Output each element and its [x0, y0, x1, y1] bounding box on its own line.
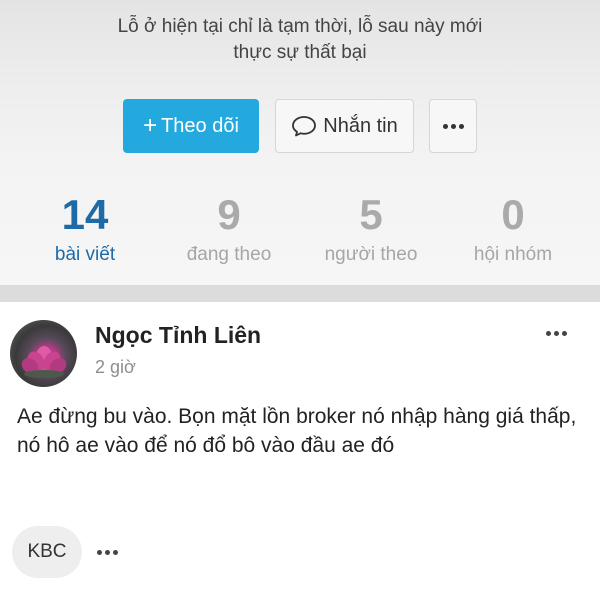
more-icon — [442, 123, 464, 129]
stat-following[interactable]: 9 đang theo — [154, 190, 304, 266]
bio-line-2: thực sự thất bại — [233, 42, 367, 63]
stat-value: 5 — [359, 191, 383, 238]
stat-label: bài viết — [54, 244, 116, 265]
stat-value: 9 — [217, 191, 241, 238]
post-time: 2 giờ — [95, 357, 136, 377]
bio-line-1: Lỗ ở hiện tại chỉ là tạm thời, lỗ sau nà… — [117, 16, 483, 37]
plus-icon: + — [143, 112, 158, 139]
stat-value: 14 — [61, 191, 109, 238]
chat-bubble-icon — [292, 116, 317, 137]
post-card: Ngọc Tỉnh Liên 2 giờ Ae đừng bu vào. Bọn… — [0, 302, 600, 600]
stat-label: người theo — [324, 244, 418, 265]
post-author[interactable]: Ngọc Tỉnh Liên — [95, 322, 261, 349]
avatar[interactable] — [10, 320, 77, 387]
stat-groups[interactable]: 0 hội nhóm — [438, 190, 588, 266]
message-button[interactable]: Nhắn tin — [275, 99, 414, 153]
reaction-more-icon[interactable] — [97, 550, 118, 555]
stat-label: hội nhóm — [473, 244, 553, 265]
follow-label: Theo dõi — [161, 114, 239, 137]
profile-stats: 14 bài viết 9 đang theo 5 người theo 0 h… — [0, 190, 600, 270]
stat-value: 0 — [501, 191, 525, 238]
profile-bio: Lỗ ở hiện tại chỉ là tạm thời, lỗ sau nà… — [0, 14, 600, 66]
profile-header: Lỗ ở hiện tại chỉ là tạm thời, lỗ sau nà… — [0, 0, 600, 285]
section-divider — [0, 285, 600, 302]
post-more-icon[interactable] — [546, 331, 567, 336]
stat-followers[interactable]: 5 người theo — [296, 190, 446, 266]
more-options-button[interactable] — [429, 99, 477, 153]
stat-label: đang theo — [186, 244, 272, 265]
message-label: Nhắn tin — [323, 114, 398, 137]
follow-button[interactable]: + Theo dõi — [123, 99, 259, 153]
stat-posts[interactable]: 14 bài viết — [10, 190, 160, 266]
stock-tag[interactable]: KBC — [12, 526, 82, 578]
post-content: Ae đừng bu vào. Bọn mặt lồn broker nó nh… — [17, 405, 577, 457]
lotus-image — [21, 346, 67, 378]
